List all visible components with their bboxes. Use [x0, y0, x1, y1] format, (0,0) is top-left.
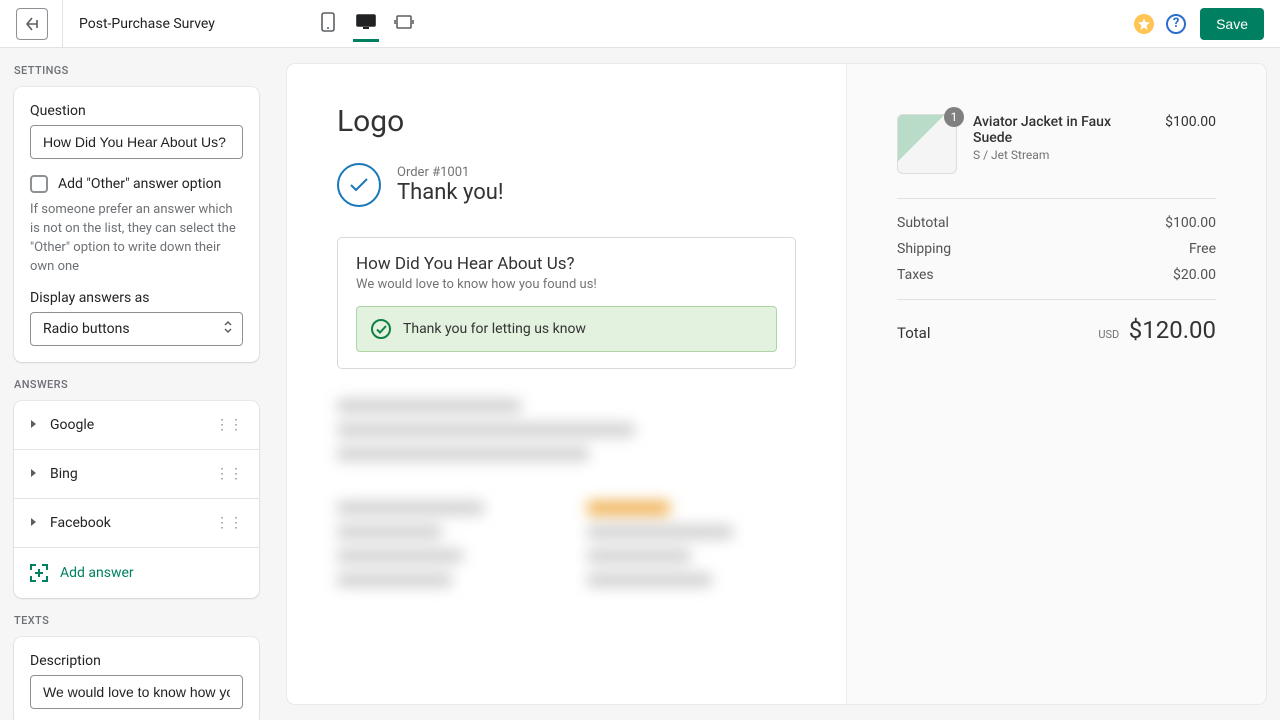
drag-handle-icon[interactable]: ⋮⋮ [215, 515, 243, 531]
logo-placeholder: Logo [337, 104, 796, 139]
drag-handle-icon[interactable]: ⋮⋮ [215, 466, 243, 482]
answer-label: Bing [50, 466, 215, 482]
display-as-label: Display answers as [30, 290, 243, 306]
product-name: Aviator Jacket in Faux Suede [973, 114, 1149, 146]
divider [897, 198, 1216, 199]
add-answer-label: Add answer [60, 565, 134, 581]
quantity-badge: 1 [944, 107, 964, 127]
success-check-icon [371, 319, 391, 339]
other-option-help: If someone prefer an answer which is not… [30, 201, 243, 276]
add-icon [30, 564, 48, 582]
subtotal-value: $100.00 [1165, 215, 1216, 231]
total-label: Total [897, 324, 931, 342]
question-label: Question [30, 103, 243, 119]
product-variant: S / Jet Stream [973, 148, 1149, 162]
answer-row[interactable]: Bing ⋮⋮ [14, 450, 259, 499]
fullwidth-view-button[interactable] [391, 6, 417, 42]
survey-card: How Did You Hear About Us? We would love… [337, 237, 796, 369]
save-button[interactable]: Save [1200, 8, 1264, 40]
display-as-select[interactable]: Radio buttons [30, 312, 243, 346]
thank-you-heading: Thank you! [397, 180, 504, 205]
chevron-right-icon [30, 466, 38, 482]
settings-section-label: Settings [14, 64, 259, 77]
drag-handle-icon[interactable]: ⋮⋮ [215, 417, 243, 433]
description-input[interactable] [30, 675, 243, 709]
texts-section-label: Texts [14, 614, 259, 627]
survey-question: How Did You Hear About Us? [356, 254, 777, 274]
divider [62, 0, 63, 48]
chevron-right-icon [30, 417, 38, 433]
desktop-view-button[interactable] [353, 6, 379, 42]
preview-canvas: Logo Order #1001 Thank you! How Did You … [287, 64, 1266, 704]
star-icon[interactable] [1134, 14, 1154, 34]
answer-row[interactable]: Facebook ⋮⋮ [14, 499, 259, 548]
shipping-value: Free [1189, 241, 1216, 257]
chevron-right-icon [30, 515, 38, 531]
shipping-label: Shipping [897, 241, 951, 257]
other-option-checkbox[interactable] [30, 175, 48, 193]
check-circle-icon [337, 163, 381, 207]
answer-label: Google [50, 417, 215, 433]
total-value: $120.00 [1129, 316, 1216, 344]
answer-label: Facebook [50, 515, 215, 531]
description-label: Description [30, 653, 243, 669]
answers-section-label: Answers [14, 378, 259, 391]
divider [897, 299, 1216, 300]
page-title: Post-Purchase Survey [79, 16, 215, 32]
mobile-view-button[interactable] [315, 6, 341, 42]
back-button[interactable] [16, 8, 48, 40]
product-thumbnail: 1 [897, 114, 957, 174]
question-input[interactable] [30, 125, 243, 159]
subtotal-label: Subtotal [897, 215, 949, 231]
taxes-value: $20.00 [1173, 267, 1216, 283]
help-icon[interactable]: ? [1166, 14, 1186, 34]
success-banner: Thank you for letting us know [356, 306, 777, 352]
settings-sidebar: Settings Question Add "Other" answer opt… [0, 48, 273, 720]
blurred-content [337, 399, 796, 597]
survey-description: We would love to know how you found us! [356, 277, 777, 292]
other-option-label: Add "Other" answer option [58, 176, 221, 192]
order-number: Order #1001 [397, 165, 504, 180]
product-price: $100.00 [1165, 114, 1216, 130]
taxes-label: Taxes [897, 267, 934, 283]
answer-row[interactable]: Google ⋮⋮ [14, 401, 259, 450]
success-message: Thank you for letting us know [403, 321, 586, 337]
add-answer-button[interactable]: Add answer [14, 548, 259, 598]
currency-code: USD [1098, 328, 1119, 341]
